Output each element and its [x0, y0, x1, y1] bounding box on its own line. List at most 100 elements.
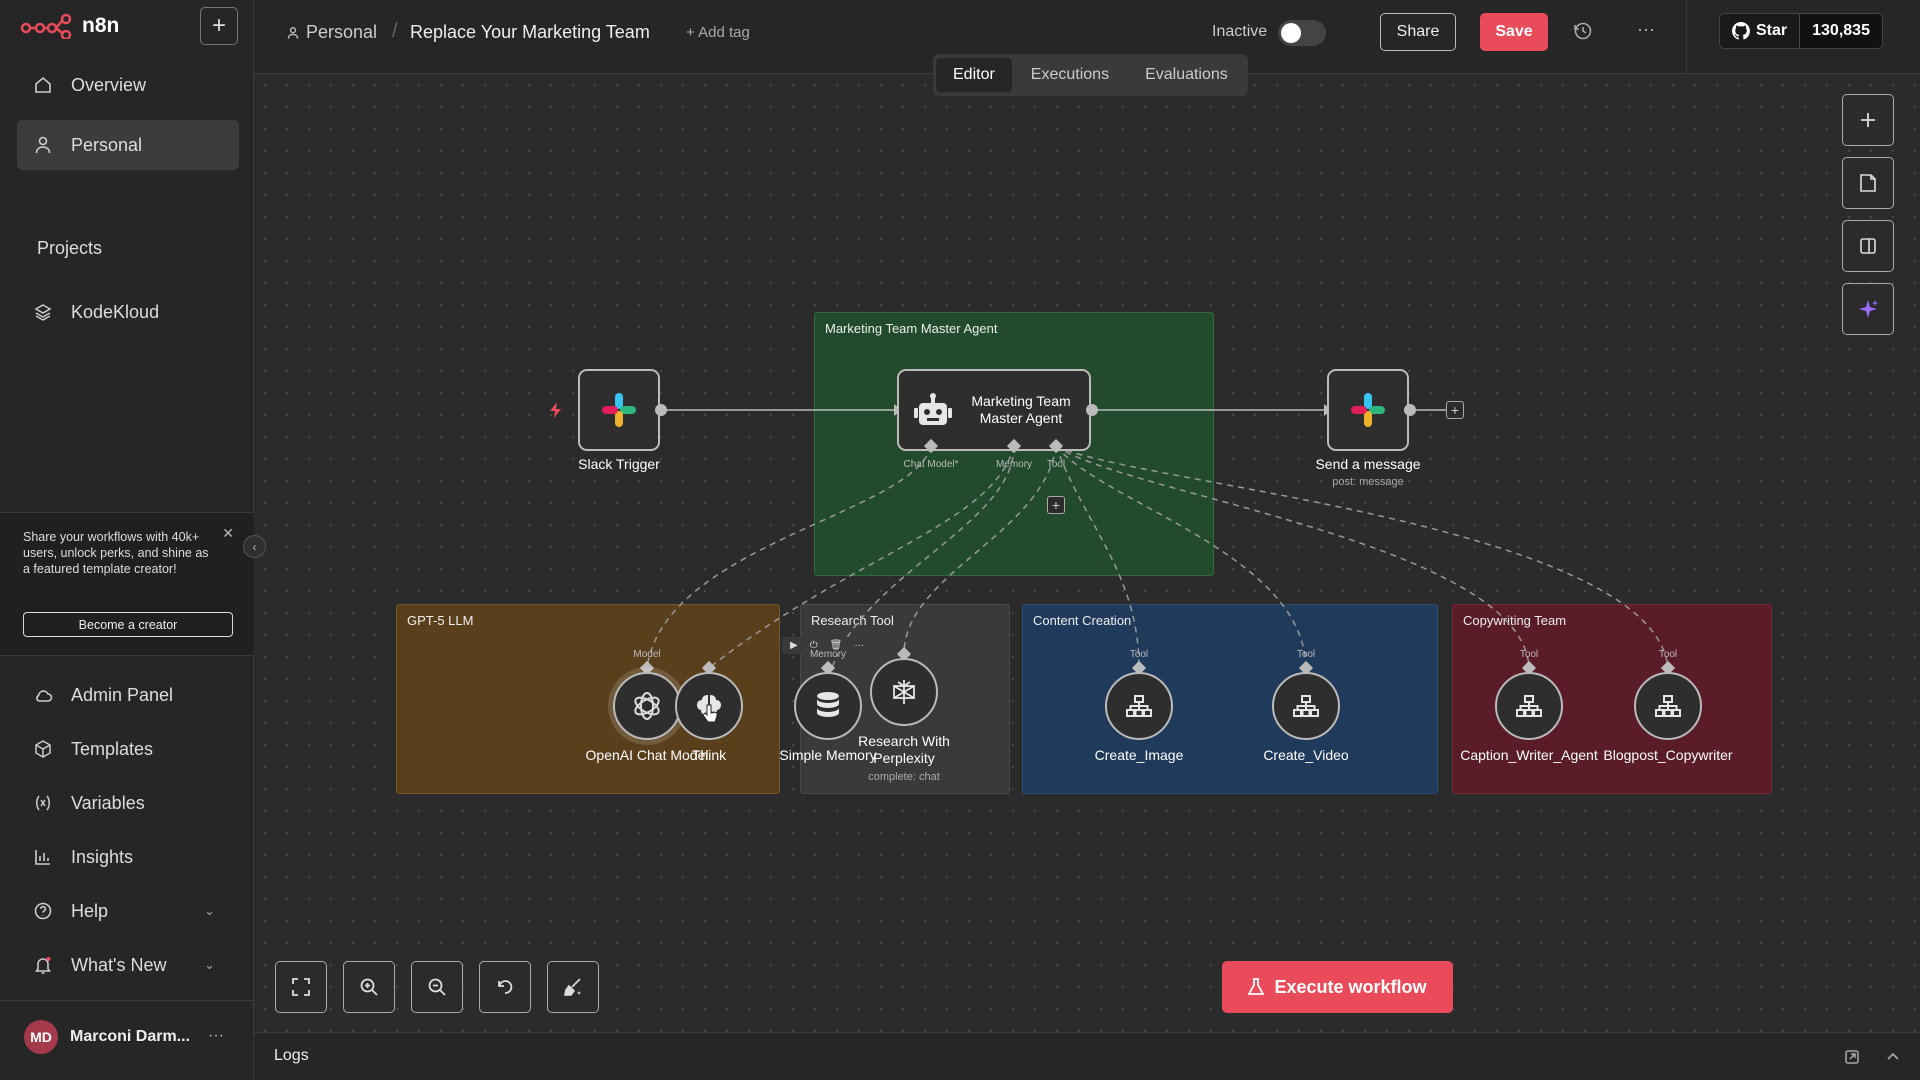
play-icon[interactable]: ▶ — [790, 640, 798, 651]
node-label: Blogpost_Copywriter — [1603, 747, 1733, 763]
promo-text: Share your workflows with 40k+ users, un… — [23, 530, 209, 576]
active-toggle[interactable] — [1278, 20, 1326, 46]
slack-icon — [602, 393, 636, 427]
user-more-icon[interactable]: ··· — [208, 1027, 224, 1045]
more-options-icon[interactable]: ··· — [1637, 19, 1655, 40]
ai-assistant-button[interactable] — [1842, 283, 1894, 335]
port-label: Tool — [1519, 649, 1539, 660]
header-divider — [1686, 0, 1687, 74]
chevron-up-icon[interactable] — [1886, 1050, 1900, 1064]
avatar: MD — [24, 1020, 58, 1054]
add-node-button[interactable] — [1842, 94, 1894, 146]
slack-icon — [1351, 393, 1385, 427]
become-creator-button[interactable]: Become a creator — [23, 612, 233, 637]
n8n-app: n8n + Overview Personal Projects KodeKlo… — [0, 0, 1920, 1080]
layers-icon — [34, 304, 52, 321]
tab-editor[interactable]: Editor — [936, 58, 1012, 92]
history-icon[interactable] — [1572, 20, 1594, 42]
flask-icon — [1248, 978, 1265, 995]
share-button[interactable]: Share — [1380, 13, 1456, 51]
close-icon[interactable]: ✕ — [222, 525, 234, 542]
creator-promo: Share your workflows with 40k+ users, un… — [0, 512, 254, 656]
port-label: Tool — [1046, 459, 1066, 470]
group-label: Copywriting Team — [1463, 613, 1567, 628]
node-slack-trigger[interactable] — [578, 369, 660, 451]
projects-heading: Projects — [37, 238, 103, 258]
node-research-perplexity[interactable] — [870, 658, 938, 726]
lightning-icon — [550, 402, 561, 418]
add-sticky-button[interactable] — [1842, 157, 1894, 209]
cursor-hand-icon — [702, 704, 718, 723]
add-node-button[interactable]: + — [1446, 401, 1464, 419]
execute-workflow-button[interactable]: Execute workflow — [1222, 961, 1453, 1013]
node-label: Send a message — [1315, 456, 1421, 472]
breadcrumb[interactable]: Personal — [286, 22, 377, 43]
zoom-out-button[interactable] — [411, 961, 463, 1013]
sidebar-item-help[interactable]: Help ⌄ — [17, 886, 239, 936]
popout-icon[interactable] — [1844, 1049, 1860, 1065]
node-send-message[interactable] — [1327, 369, 1409, 451]
output-port[interactable] — [1404, 404, 1416, 416]
sidebar-item-personal[interactable]: Personal — [17, 120, 239, 170]
logs-panel[interactable]: Logs — [254, 1032, 1920, 1080]
add-tag-link[interactable]: + Add tag — [686, 24, 750, 41]
node-subtitle: post: message — [1332, 476, 1404, 488]
tidy-up-button[interactable] — [547, 961, 599, 1013]
n8n-logo-icon — [20, 13, 72, 39]
sidebar-item-label: What's New — [71, 954, 167, 975]
sidebar-item-label: KodeKloud — [71, 301, 160, 322]
node-caption-writer[interactable] — [1495, 672, 1563, 740]
panel-icon — [1860, 238, 1876, 254]
sidebar-item-whats-new[interactable]: What's New ⌄ — [17, 940, 239, 990]
user-menu[interactable]: MD Marconi Darm... — [24, 1020, 190, 1054]
port-label: Chat Model* — [903, 459, 959, 470]
reset-zoom-button[interactable] — [479, 961, 531, 1013]
sidebar-item-overview[interactable]: Overview — [17, 60, 239, 110]
zoom-in-button[interactable] — [343, 961, 395, 1013]
undo-icon — [498, 980, 513, 994]
tab-executions[interactable]: Executions — [1014, 58, 1126, 92]
add-tool-button[interactable]: + — [1047, 496, 1065, 514]
node-create-video[interactable] — [1272, 672, 1340, 740]
sidebar-item-kodekloud[interactable]: KodeKloud — [17, 287, 239, 337]
star-label: Star — [1756, 22, 1788, 39]
toggle-panel-button[interactable] — [1842, 220, 1894, 272]
output-port[interactable] — [1086, 404, 1098, 416]
collapse-sidebar-button[interactable]: ‹ — [243, 535, 266, 558]
group-label: Content Creation — [1033, 613, 1132, 628]
group-label: Marketing Team Master Agent — [825, 321, 998, 336]
logo[interactable]: n8n — [20, 13, 119, 39]
sidebar-item-insights[interactable]: Insights — [17, 832, 239, 882]
node-label: Create_Image — [1094, 747, 1184, 763]
view-tabs: Editor Executions Evaluations — [933, 54, 1248, 96]
node-label: Caption_Writer_Agent — [1460, 747, 1598, 763]
node-create-image[interactable] — [1105, 672, 1173, 740]
node-label: Marketing Team Master Agent — [971, 393, 1071, 426]
cloud-icon — [36, 690, 53, 702]
fit-view-button[interactable] — [275, 961, 327, 1013]
group-content-creation[interactable]: Content Creation — [1022, 604, 1438, 794]
sidebar-item-variables[interactable]: Variables — [17, 778, 239, 828]
sidebar: n8n + Overview Personal Projects KodeKlo… — [0, 0, 254, 1080]
create-button[interactable]: + — [200, 7, 238, 45]
node-simple-memory[interactable] — [794, 672, 862, 740]
zoom-out-icon — [428, 978, 446, 996]
workflow-title[interactable]: Replace Your Marketing Team — [410, 22, 650, 43]
fullscreen-icon — [292, 978, 310, 996]
node-master-agent[interactable]: Marketing Team Master Agent — [897, 369, 1091, 451]
save-button[interactable]: Save — [1480, 13, 1548, 51]
chevron-down-icon: ⌄ — [204, 903, 215, 918]
sidebar-item-admin-panel[interactable]: Admin Panel — [17, 670, 239, 720]
node-label: Research With Perplexity — [858, 733, 950, 766]
sidebar-item-templates[interactable]: Templates — [17, 724, 239, 774]
sparkle-icon — [1859, 300, 1878, 318]
tab-evaluations[interactable]: Evaluations — [1128, 58, 1245, 92]
workflow-canvas[interactable]: Editor Executions Evaluations Marketing … — [254, 54, 1920, 1032]
output-port[interactable] — [655, 404, 667, 416]
logs-label: Logs — [274, 1047, 309, 1064]
node-blogpost-copywriter[interactable] — [1634, 672, 1702, 740]
sidebar-divider — [0, 1000, 254, 1001]
sitemap-icon — [1516, 695, 1542, 717]
node-openai-chat-model[interactable] — [613, 672, 681, 740]
github-star-button[interactable]: Star 130,835 — [1719, 13, 1883, 49]
